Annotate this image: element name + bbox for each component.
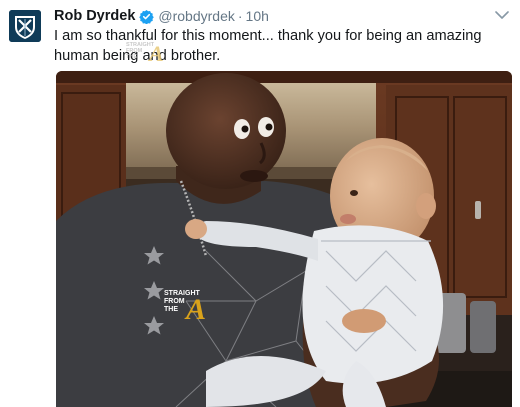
watermark-small-logo: STRAIGHT FROM THE A — [125, 37, 181, 66]
tweet-header: Rob Dyrdek @robdyrdek · 10h — [54, 6, 269, 26]
chevron-down-icon[interactable] — [494, 8, 510, 20]
header-separator: · — [237, 8, 243, 24]
watermark-line2: FROM — [164, 298, 185, 305]
svg-text:THE: THE — [126, 54, 137, 60]
verified-badge-icon — [139, 9, 155, 24]
tweet-card: Rob Dyrdek @robdyrdek · 10h I am so than… — [0, 0, 520, 407]
svg-text:A: A — [147, 41, 164, 63]
author-avatar[interactable] — [9, 10, 41, 42]
watermark-photo-logo: STRAIGHT FROM THE A — [164, 286, 224, 322]
author-handle[interactable]: @robdyrdek — [158, 8, 234, 24]
watermark-letter: A — [184, 293, 206, 322]
tweet-photo[interactable]: STRAIGHT FROM THE A — [56, 71, 512, 407]
watermark-line3: THE — [164, 306, 178, 313]
author-name[interactable]: Rob Dyrdek — [54, 8, 135, 24]
tweet-timestamp[interactable]: 10h — [246, 8, 269, 24]
tweet-text: I am so thankful for this moment... than… — [54, 28, 482, 64]
shield-logo-icon — [9, 10, 41, 42]
